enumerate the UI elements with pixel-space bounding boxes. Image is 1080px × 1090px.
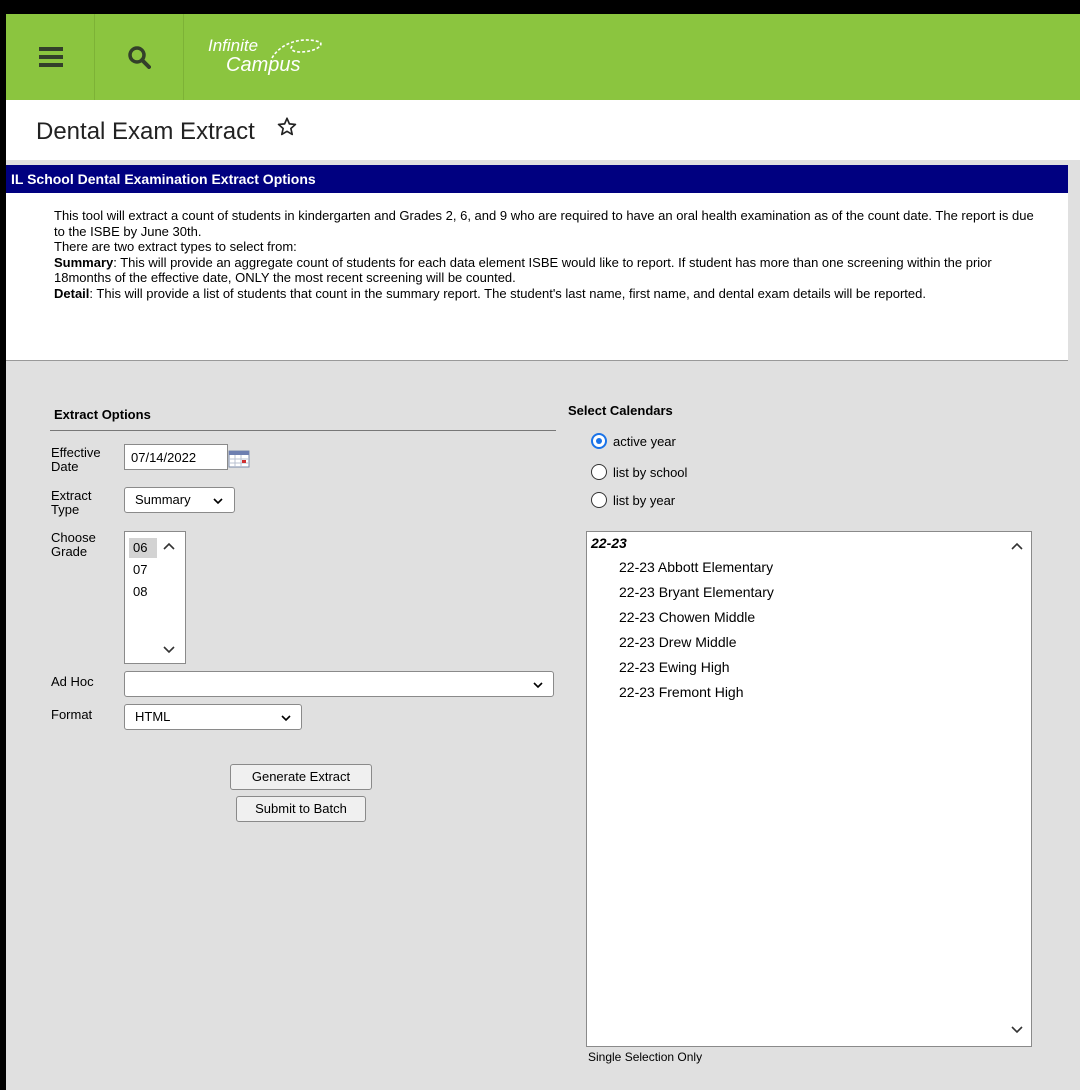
calendar-option[interactable]: 22-23 Drew Middle: [619, 634, 737, 650]
extract-type-select[interactable]: Summary: [124, 487, 235, 513]
grade-option[interactable]: 07: [129, 560, 157, 580]
radio-label: list by school: [613, 465, 688, 480]
section-divider: [50, 430, 556, 431]
format-value: HTML: [135, 709, 171, 724]
single-selection-note: Single Selection Only: [588, 1050, 703, 1064]
calendar-option[interactable]: 22-23 Ewing High: [619, 659, 730, 675]
detail-label: Detail: [54, 285, 90, 301]
extract-type-label-line2: Type: [51, 502, 80, 517]
calendar-option[interactable]: 22-23 Fremont High: [619, 684, 744, 700]
radio-unchecked-icon: [591, 492, 607, 508]
choose-grade-label-line1: Choose: [51, 530, 96, 545]
chevron-down-icon: [533, 682, 543, 689]
calendar-option[interactable]: 22-23 Bryant Elementary: [619, 584, 774, 600]
search-button[interactable]: [95, 14, 184, 100]
ad-hoc-select[interactable]: [124, 671, 554, 697]
calendar-group-label: 22-23: [591, 535, 627, 551]
submit-to-batch-button[interactable]: Submit to Batch: [236, 796, 366, 822]
effective-date-input[interactable]: 07/14/2022: [124, 444, 228, 470]
extract-description: This tool will extract a count of studen…: [6, 193, 1068, 361]
radio-label: active year: [613, 434, 676, 449]
search-icon: [128, 46, 151, 69]
app-window: Infinite Campus Dental Exam Extract IL S…: [6, 14, 1080, 1090]
radio-unchecked-icon: [591, 464, 607, 480]
extract-type-label-line1: Extract: [51, 488, 92, 503]
description-detail: Detail: This will provide a list of stud…: [54, 286, 1048, 302]
top-navigation-bar: Infinite Campus: [6, 14, 1080, 100]
options-panel-header: IL School Dental Examination Extract Opt…: [6, 165, 1068, 193]
select-calendars-heading: Select Calendars: [568, 403, 673, 418]
grade-option[interactable]: 06: [129, 538, 157, 558]
description-summary: Summary: This will provide an aggregate …: [54, 255, 1048, 286]
logo-text-line1: Infinite: [208, 36, 259, 55]
logo-text-line2: Campus: [226, 54, 301, 76]
extract-type-label: Extract Type: [51, 489, 91, 517]
ad-hoc-label: Ad Hoc: [51, 674, 94, 689]
effective-date-label-line2: Date: [51, 459, 79, 474]
calendar-listbox[interactable]: 22-23 22-23 Abbott Elementary 22-23 Brya…: [586, 531, 1032, 1047]
scroll-down-icon[interactable]: [163, 646, 175, 654]
effective-date-label-line1: Effective: [51, 445, 101, 460]
page-header: Dental Exam Extract: [6, 100, 1080, 160]
grade-option[interactable]: 08: [129, 582, 157, 602]
summary-text: : This will provide an aggregate count o…: [54, 254, 992, 286]
page-title: Dental Exam Extract: [36, 118, 255, 145]
scroll-up-icon[interactable]: [163, 542, 175, 550]
description-types-intro: There are two extract types to select fr…: [54, 239, 297, 255]
effective-date-value: 07/14/2022: [131, 450, 197, 465]
calendar-option[interactable]: 22-23 Abbott Elementary: [619, 559, 773, 575]
favorite-star-icon[interactable]: [276, 116, 298, 138]
chevron-down-icon: [281, 715, 291, 722]
format-label: Format: [51, 707, 93, 722]
detail-text: : This will provide a list of students t…: [89, 285, 926, 301]
scroll-up-icon[interactable]: [1011, 542, 1023, 550]
menu-button[interactable]: [6, 14, 95, 100]
choose-grade-label-line2: Grade: [51, 544, 88, 559]
choose-grade-label: Choose Grade: [51, 531, 96, 559]
generate-extract-button[interactable]: Generate Extract: [230, 764, 372, 790]
calendar-option[interactable]: 22-23 Chowen Middle: [619, 609, 755, 625]
radio-label: list by year: [613, 493, 676, 508]
chevron-down-icon: [213, 498, 223, 505]
effective-date-label: Effective Date: [51, 446, 101, 474]
format-select[interactable]: HTML: [124, 704, 302, 730]
grade-listbox[interactable]: 06 07 08: [124, 531, 186, 664]
calendar-picker-icon[interactable]: [228, 450, 250, 468]
description-intro: This tool will extract a count of studen…: [54, 208, 1034, 239]
scroll-down-icon[interactable]: [1011, 1026, 1023, 1034]
extract-options-heading: Extract Options: [54, 407, 151, 422]
radio-checked-icon: [591, 433, 607, 449]
extract-type-value: Summary: [135, 492, 191, 507]
summary-label: Summary: [54, 254, 114, 270]
